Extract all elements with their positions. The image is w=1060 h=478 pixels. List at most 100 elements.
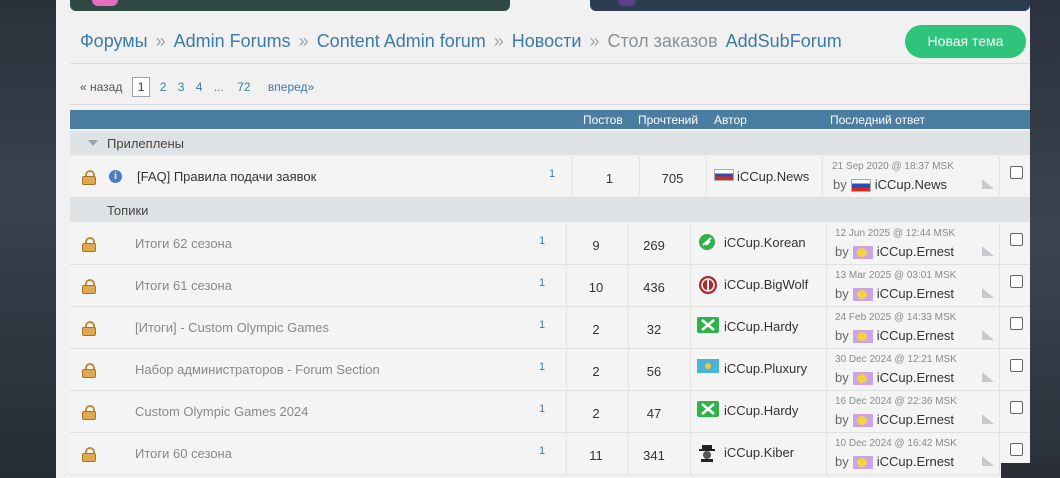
- topic-checkbox[interactable]: [1010, 275, 1023, 288]
- topic-checkbox[interactable]: [1010, 401, 1023, 414]
- go-to-last-post-icon[interactable]: [982, 456, 994, 466]
- topic-author[interactable]: iCCup.Korean: [724, 235, 806, 250]
- topic-checkbox[interactable]: [1010, 317, 1023, 330]
- last-reply-time: 12 Jun 2025 @ 12:44 MSK: [835, 228, 956, 239]
- go-to-last-post-icon[interactable]: [982, 372, 994, 382]
- duck-avatar-icon: [852, 288, 873, 302]
- topic-page-link[interactable]: 1: [539, 319, 545, 331]
- go-to-last-post-icon[interactable]: [982, 330, 994, 340]
- column-divider: [628, 265, 629, 306]
- topic-posts: 2: [592, 364, 600, 379]
- topic-page-link[interactable]: 1: [549, 168, 555, 180]
- pager-ellipsis: ...: [213, 80, 224, 94]
- topic-checkbox[interactable]: [1010, 443, 1023, 456]
- column-divider: [628, 349, 629, 390]
- russia-flag-icon: [850, 179, 871, 193]
- topic-author[interactable]: iCCup.Hardy: [724, 403, 798, 418]
- collapse-triangle-icon[interactable]: [88, 140, 98, 146]
- topic-title[interactable]: Итоги 61 сезона: [135, 278, 232, 293]
- column-divider: [566, 349, 567, 390]
- column-divider: [639, 156, 640, 197]
- topic-title[interactable]: Итоги 60 сезона: [135, 446, 232, 461]
- last-reply-user[interactable]: iCCup.Ernest: [877, 370, 954, 385]
- new-topic-button[interactable]: Новая тема: [905, 25, 1026, 58]
- breadcrumb-subforum[interactable]: AddSubForum: [726, 31, 842, 51]
- topic-checkbox[interactable]: [1010, 166, 1023, 179]
- column-divider: [566, 307, 567, 348]
- topic-title[interactable]: [FAQ] Правила подачи заявок: [137, 169, 316, 184]
- go-to-last-post-icon[interactable]: [982, 179, 994, 189]
- topic-title[interactable]: Набор администраторов - Forum Section: [135, 362, 380, 377]
- last-reply-user[interactable]: iCCup.News: [875, 177, 947, 192]
- topic-author[interactable]: iCCup.Hardy: [724, 319, 798, 334]
- section-pinned: Прилеплены: [70, 131, 1030, 155]
- breadcrumb-news[interactable]: Новости: [512, 31, 582, 51]
- header-posts[interactable]: Постов: [583, 113, 623, 127]
- pager-last[interactable]: 72: [237, 80, 250, 94]
- pager-page-2[interactable]: 2: [160, 80, 167, 94]
- topic-checkbox[interactable]: [1010, 359, 1023, 372]
- last-reply-user[interactable]: iCCup.Ernest: [877, 244, 954, 259]
- last-reply-user[interactable]: iCCup.Ernest: [877, 412, 954, 427]
- topic-title[interactable]: [Итоги] - Custom Olympic Games: [135, 320, 329, 335]
- header-last-reply[interactable]: Последний ответ: [830, 113, 925, 127]
- section-topics: Топики: [70, 198, 1030, 222]
- topic-page-link[interactable]: 1: [539, 235, 545, 247]
- topic-author[interactable]: iCCup.News: [737, 169, 809, 184]
- last-reply-by-prefix: by: [835, 286, 849, 301]
- column-divider: [999, 265, 1000, 306]
- go-to-last-post-icon[interactable]: [982, 288, 994, 298]
- topic-author[interactable]: iCCup.BigWolf: [724, 277, 808, 292]
- column-divider: [826, 223, 827, 264]
- topic-title[interactable]: Итоги 62 сезона: [135, 236, 232, 251]
- pagination: « назад 1 2 3 4 ... 72 вперед»: [80, 77, 314, 97]
- topic-page-link[interactable]: 1: [539, 277, 545, 289]
- topic-views: 436: [643, 280, 665, 295]
- go-to-last-post-icon[interactable]: [982, 246, 994, 256]
- last-reply-user[interactable]: iCCup.Ernest: [877, 328, 954, 343]
- topic-checkbox[interactable]: [1010, 233, 1023, 246]
- breadcrumb-separator: »: [155, 30, 166, 51]
- topic-posts: 9: [592, 238, 600, 253]
- duck-avatar-icon: [852, 246, 873, 260]
- breadcrumb-forums[interactable]: Форумы: [80, 31, 148, 51]
- header-author[interactable]: Автор: [714, 113, 747, 127]
- breadcrumb-content-admin-forum[interactable]: Content Admin forum: [317, 31, 486, 51]
- pager-page-3[interactable]: 3: [178, 80, 185, 94]
- pager-prev[interactable]: « назад: [80, 80, 122, 94]
- topic-views: 56: [646, 364, 662, 379]
- column-divider: [628, 307, 629, 348]
- green-x-icon: [697, 401, 719, 419]
- topic-posts: 10: [588, 280, 604, 295]
- topic-title[interactable]: Custom Olympic Games 2024: [135, 404, 308, 419]
- pager-next[interactable]: вперед»: [268, 80, 314, 94]
- green-x-icon: [697, 317, 719, 335]
- top-banner-right[interactable]: [590, 0, 1030, 11]
- last-reply-by: by iCCup.Ernest: [835, 454, 954, 470]
- topic-page-link[interactable]: 1: [539, 361, 545, 373]
- last-reply-user[interactable]: iCCup.Ernest: [877, 286, 954, 301]
- spy-icon: [697, 443, 717, 462]
- column-divider: [826, 307, 827, 348]
- column-divider: [690, 307, 691, 348]
- column-divider: [690, 391, 691, 432]
- column-divider: [999, 156, 1000, 197]
- topic-posts: 2: [592, 406, 600, 421]
- topic-page-link[interactable]: 1: [539, 403, 545, 415]
- table-row: [Итоги] - Custom Olympic Games 1 2 32 iCCup.…: [70, 307, 1030, 349]
- breadcrumb-admin-forums[interactable]: Admin Forums: [174, 31, 291, 51]
- duck-avatar-icon: [852, 456, 873, 470]
- top-banner-left[interactable]: [70, 0, 510, 11]
- topic-views: 47: [646, 406, 662, 421]
- column-divider: [572, 156, 573, 197]
- breadcrumb-current: Стол заказов: [607, 30, 718, 51]
- go-to-last-post-icon[interactable]: [982, 414, 994, 424]
- pager-page-4[interactable]: 4: [196, 80, 203, 94]
- last-reply-by: by iCCup.Ernest: [835, 370, 954, 386]
- topic-author[interactable]: iCCup.Kiber: [724, 445, 794, 460]
- topic-page-link[interactable]: 1: [539, 445, 545, 457]
- last-reply-user[interactable]: iCCup.Ernest: [877, 454, 954, 469]
- topic-author[interactable]: iCCup.Pluxury: [724, 361, 807, 376]
- last-reply-time: 21 Sep 2020 @ 18:37 MSK: [832, 161, 954, 172]
- header-views[interactable]: Прочтений: [638, 113, 698, 127]
